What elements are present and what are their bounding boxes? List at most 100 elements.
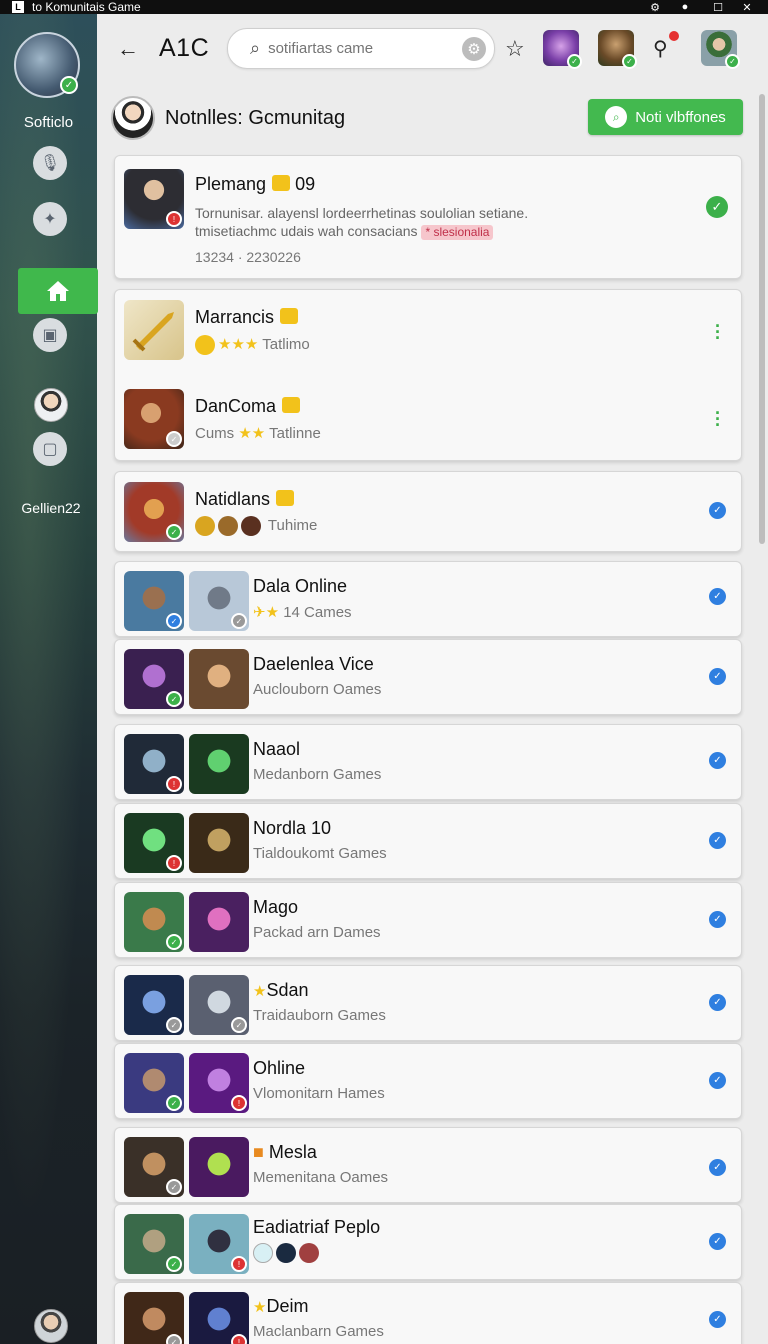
card-subtitle: Tuhime — [195, 516, 317, 536]
card-tag: * slesionalia — [421, 225, 494, 240]
notification-card[interactable]: ✓ ! ★Deim Maclanbarn Games ✓ — [114, 1282, 742, 1344]
star-icon: ★ — [253, 1299, 267, 1316]
notification-card[interactable]: ✓ Daelenlea Vice Auclouborn Oames ✓ — [114, 639, 742, 715]
rating-stars-icon: ★★★ — [218, 336, 259, 353]
card-title: ★Deim — [253, 1296, 309, 1316]
sidebar-microphone-icon[interactable]: 🎙 — [33, 146, 67, 180]
verified-check-icon[interactable]: ✓ — [709, 832, 726, 849]
ticket-icon — [282, 397, 301, 414]
badge-icon: ✓ — [166, 613, 182, 629]
pin-icon[interactable]: ⚲ — [653, 36, 668, 61]
box-icon: ■ — [253, 1142, 264, 1162]
coin-icon — [241, 516, 261, 536]
notification-settings-button[interactable]: ⌕ Noti vlbffones — [588, 99, 743, 135]
star-icon: ★ — [253, 983, 267, 1000]
game-thumbnail — [189, 734, 249, 794]
sidebar-friend-avatar[interactable] — [34, 388, 68, 422]
alert-badge-icon: ! — [166, 211, 182, 227]
more-menu-icon[interactable]: · · · — [715, 404, 721, 434]
coin-icon — [195, 516, 215, 536]
sidebar-chat-icon[interactable]: ▢ — [33, 432, 67, 466]
card-subtitle: Medanborn Games — [253, 766, 382, 783]
app-logo-icon: L — [12, 1, 24, 13]
sidebar: ✓ Softiclo 🎙 ✦ ▣ ▢ Gellien22 — [0, 14, 98, 1344]
search-icon: ⌕ — [605, 106, 628, 128]
top-game-tile-1[interactable]: ✓ — [543, 30, 582, 69]
notification-card[interactable]: ✓ Mago Packad arn Dames ✓ — [114, 882, 742, 958]
notification-card[interactable]: ✓ ✓ ★Sdan Traidauborn Games ✓ — [114, 965, 742, 1041]
window-title: to Komunitais Game — [32, 0, 141, 14]
notification-group-card: Marrancis ★★★ Tatlimo · · · ✓ DanComa Cums… — [114, 289, 742, 461]
scrollbar[interactable] — [759, 94, 765, 544]
search-settings-icon[interactable]: ⚙ — [462, 37, 486, 61]
read-check-icon[interactable]: ✓ — [706, 196, 728, 218]
coin-icon — [195, 335, 215, 356]
maximize-icon[interactable]: ☐ — [703, 0, 733, 14]
favorites-star-icon[interactable]: ☆ — [505, 36, 525, 62]
verified-check-icon[interactable]: ✓ — [709, 1233, 726, 1250]
badge-icon: ✓ — [166, 1017, 182, 1033]
ticket-icon — [272, 175, 291, 192]
game-thumbnail — [189, 649, 249, 709]
badge-icon: ✓ — [166, 1334, 182, 1344]
verified-check-icon[interactable]: ✓ — [709, 502, 726, 519]
verified-check-icon[interactable]: ✓ — [709, 994, 726, 1011]
verified-check-icon[interactable]: ✓ — [709, 588, 726, 605]
card-title: Plemang 09 — [195, 174, 316, 194]
card-subtitle: Vlomonitarn Hames — [253, 1085, 385, 1102]
notification-card[interactable]: ✓ Natidlans Tuhime ✓ — [114, 471, 742, 552]
notification-settings-label: Noti vlbffones — [635, 108, 726, 126]
sidebar-library-icon[interactable]: ▣ — [33, 318, 67, 352]
card-title[interactable]: Marrancis — [195, 307, 299, 328]
verified-check-icon[interactable]: ✓ — [709, 752, 726, 769]
badge-icon: ✓ — [166, 1179, 182, 1195]
card-subtitle: Packad arn Dames — [253, 924, 381, 941]
game-thumbnail: ✓ — [124, 1053, 184, 1113]
notification-card[interactable]: ! Plemang 09 Tornunisar. alayensl lordee… — [114, 155, 742, 279]
search-box[interactable]: ⌕ ⚙ — [227, 28, 495, 69]
page-title: A1C — [159, 34, 210, 62]
notification-card[interactable]: ! Naaol Medanborn Games ✓ — [114, 724, 742, 800]
verified-check-icon[interactable]: ✓ — [709, 668, 726, 685]
top-game-tile-2[interactable]: ✓ — [598, 30, 637, 69]
notification-card[interactable]: ✓ ! Ohline Vlomonitarn Hames ✓ — [114, 1043, 742, 1119]
verified-check-icon[interactable]: ✓ — [709, 1311, 726, 1328]
card-body-line: Tornunisar. alayensl lordeerrhetinas sou… — [195, 205, 529, 221]
card-subtitle: ✈★ 14 Cames — [253, 604, 352, 621]
sword-icon — [132, 312, 174, 352]
game-thumbnail: ✓ — [124, 649, 184, 709]
more-menu-icon[interactable]: · · · — [715, 317, 721, 347]
notifications-title: Notnlles: Gcmunitag — [165, 107, 346, 129]
game-thumbnail: ✓ — [189, 975, 249, 1035]
sidebar-games-icon[interactable]: ✦ — [33, 202, 67, 236]
settings-icon[interactable]: ⚙ — [640, 0, 670, 14]
close-icon[interactable]: ✕ — [732, 0, 762, 14]
top-bar: ← A1C ⌕ ⚙ ☆ ✓ ✓ ⚲ ✓ — [97, 14, 768, 82]
game-thumbnail: ✓ — [189, 571, 249, 631]
notification-card[interactable]: ✓ ! Eadiatriaf Peplo ✓ — [114, 1204, 742, 1280]
top-game-tile-3[interactable]: ✓ — [701, 30, 740, 69]
profile-avatar[interactable]: ✓ — [14, 32, 80, 98]
verified-check-icon[interactable]: ✓ — [709, 1159, 726, 1176]
record-icon[interactable]: ● — [670, 0, 700, 14]
search-input[interactable] — [268, 40, 449, 57]
back-arrow-icon[interactable]: ← — [117, 36, 139, 62]
card-title[interactable]: DanComa — [195, 396, 301, 417]
sidebar-home-button[interactable] — [18, 268, 98, 314]
verified-check-icon[interactable]: ✓ — [709, 1072, 726, 1089]
notification-card[interactable]: ✓ ✓ Dala Online ✈★ 14 Cames ✓ — [114, 561, 742, 637]
profile-name: Softiclo — [23, 114, 74, 131]
verified-check-icon[interactable]: ✓ — [709, 911, 726, 928]
sidebar-user-avatar[interactable] — [34, 1309, 68, 1343]
card-subtitle — [253, 1243, 322, 1263]
notification-card[interactable]: ✓ ■ Mesla Memenitana Oames ✓ — [114, 1127, 742, 1203]
badge-icon: ✓ — [231, 613, 247, 629]
badge-icon: ! — [231, 1095, 247, 1111]
notification-card[interactable]: ! Nordla 10 Tialdoukomt Games ✓ — [114, 803, 742, 879]
notifications-header: Notnlles: Gcmunitag ⌕ Noti vlbffones — [97, 94, 768, 146]
game-thumbnail: ! — [124, 169, 184, 229]
game-thumbnail — [189, 892, 249, 952]
card-subtitle: Traidauborn Games — [253, 1007, 386, 1024]
coin-icon — [218, 516, 238, 536]
card-subtitle: Auclouborn Oames — [253, 681, 382, 698]
